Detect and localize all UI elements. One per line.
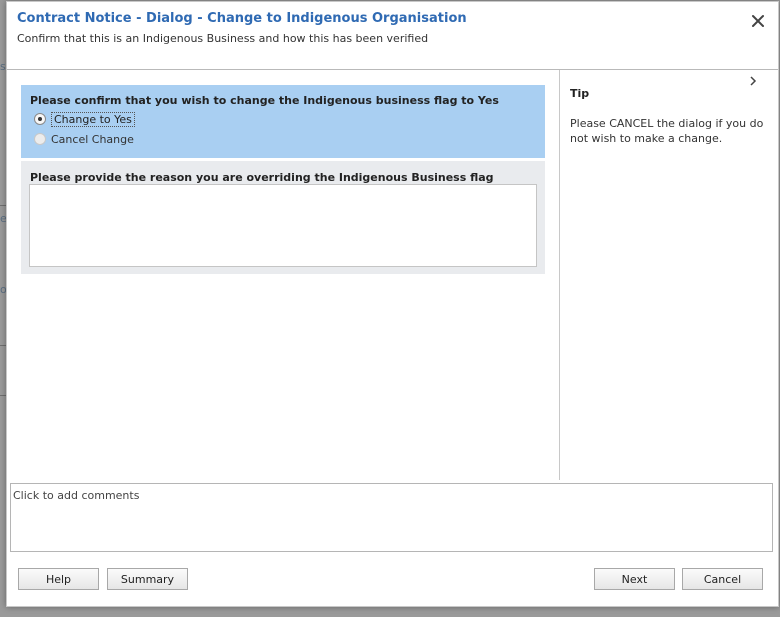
- chevron-right-icon[interactable]: [748, 76, 758, 86]
- comments-placeholder: Click to add comments: [13, 489, 140, 502]
- close-icon[interactable]: [750, 13, 766, 29]
- radio-button-checked[interactable]: [34, 113, 46, 125]
- option-change-to-yes[interactable]: Change to Yes: [34, 111, 135, 127]
- reason-textarea[interactable]: [29, 184, 537, 267]
- comments-field[interactable]: Click to add comments: [10, 483, 773, 552]
- option-cancel-change[interactable]: Cancel Change: [34, 131, 134, 147]
- tip-text: Please CANCEL the dialog if you do not w…: [570, 117, 764, 145]
- option-label: Change to Yes: [51, 111, 135, 127]
- tip-panel: Tip Please CANCEL the dialog if you do n…: [559, 70, 779, 480]
- question-reason-label: Please provide the reason you are overri…: [30, 171, 494, 184]
- background-text: s: [0, 60, 6, 73]
- dialog-title: Contract Notice - Dialog - Change to Ind…: [17, 11, 467, 26]
- dialog-subtitle: Confirm that this is an Indigenous Busin…: [17, 32, 429, 45]
- question-reason: Please provide the reason you are overri…: [21, 161, 545, 274]
- question-confirm-label: Please confirm that you wish to change t…: [30, 94, 499, 107]
- dialog: Contract Notice - Dialog - Change to Ind…: [6, 1, 779, 607]
- tip-title: Tip: [570, 87, 590, 100]
- option-label: Cancel Change: [51, 132, 134, 146]
- help-button[interactable]: Help: [18, 568, 99, 590]
- question-confirm: Please confirm that you wish to change t…: [21, 85, 545, 158]
- dialog-main: Please confirm that you wish to change t…: [7, 70, 559, 480]
- summary-button[interactable]: Summary: [107, 568, 188, 590]
- dialog-header: Contract Notice - Dialog - Change to Ind…: [7, 2, 778, 70]
- cancel-button[interactable]: Cancel: [682, 568, 763, 590]
- radio-button-unchecked[interactable]: [34, 133, 46, 145]
- next-button[interactable]: Next: [594, 568, 675, 590]
